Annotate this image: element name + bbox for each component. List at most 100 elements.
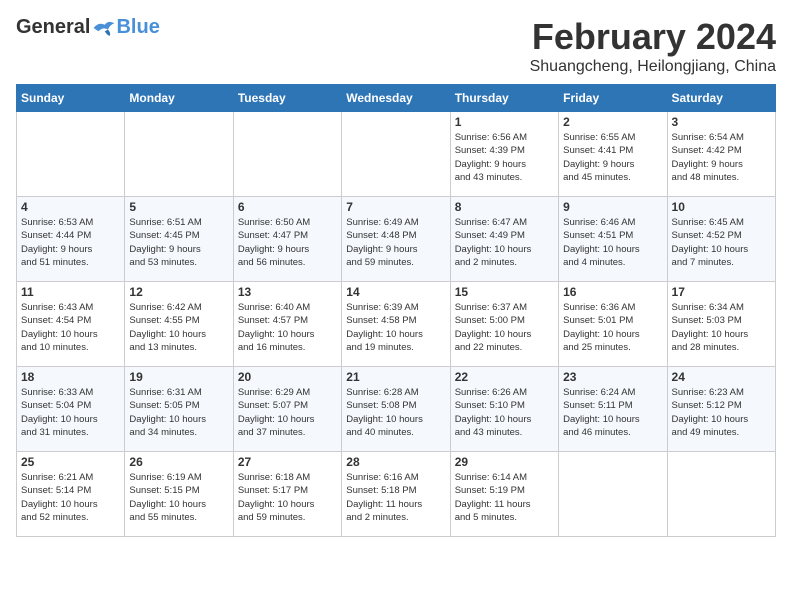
calendar-cell: 22 Sunrise: 6:26 AM Sunset: 5:10 PM Dayli… [450,367,558,452]
day-number: 13 [238,285,337,299]
day-number: 27 [238,455,337,469]
day-info: Sunrise: 6:31 AM Sunset: 5:05 PM Dayligh… [129,386,228,439]
day-number: 20 [238,370,337,384]
calendar-header-saturday: Saturday [667,85,775,112]
calendar-cell: 7 Sunrise: 6:49 AM Sunset: 4:48 PM Daylig… [342,197,450,282]
calendar-cell: 9 Sunrise: 6:46 AM Sunset: 4:51 PM Daylig… [559,197,667,282]
day-info: Sunrise: 6:40 AM Sunset: 4:57 PM Dayligh… [238,301,337,354]
day-number: 19 [129,370,228,384]
calendar-cell: 4 Sunrise: 6:53 AM Sunset: 4:44 PM Daylig… [17,197,125,282]
day-number: 6 [238,200,337,214]
day-info: Sunrise: 6:24 AM Sunset: 5:11 PM Dayligh… [563,386,662,439]
calendar-cell: 19 Sunrise: 6:31 AM Sunset: 5:05 PM Dayli… [125,367,233,452]
calendar-header-row: SundayMondayTuesdayWednesdayThursdayFrid… [17,85,776,112]
day-info: Sunrise: 6:51 AM Sunset: 4:45 PM Dayligh… [129,216,228,269]
day-number: 9 [563,200,662,214]
calendar-cell: 17Sunrise: 6:34 AM Sunset: 5:03 PM Dayli… [667,282,775,367]
day-info: Sunrise: 6:33 AM Sunset: 5:04 PM Dayligh… [21,386,120,439]
calendar-cell: 14 Sunrise: 6:39 AM Sunset: 4:58 PM Dayli… [342,282,450,367]
day-number: 28 [346,455,445,469]
day-info: Sunrise: 6:49 AM Sunset: 4:48 PM Dayligh… [346,216,445,269]
day-number: 22 [455,370,554,384]
day-number: 10 [672,200,771,214]
day-info: Sunrise: 6:23 AM Sunset: 5:12 PM Dayligh… [672,386,771,439]
day-info: Sunrise: 6:28 AM Sunset: 5:08 PM Dayligh… [346,386,445,439]
calendar-cell: 16 Sunrise: 6:36 AM Sunset: 5:01 PM Dayli… [559,282,667,367]
calendar-cell [559,452,667,537]
day-number: 18 [21,370,120,384]
calendar-header-tuesday: Tuesday [233,85,341,112]
day-number: 26 [129,455,228,469]
day-number: 14 [346,285,445,299]
day-info: Sunrise: 6:18 AM Sunset: 5:17 PM Dayligh… [238,471,337,524]
day-info: Sunrise: 6:50 AM Sunset: 4:47 PM Dayligh… [238,216,337,269]
calendar-cell: 20 Sunrise: 6:29 AM Sunset: 5:07 PM Dayli… [233,367,341,452]
day-number: 24 [672,370,771,384]
calendar-cell: 3Sunrise: 6:54 AM Sunset: 4:42 PM Daylig… [667,112,775,197]
day-info: Sunrise: 6:53 AM Sunset: 4:44 PM Dayligh… [21,216,120,269]
calendar-cell: 13 Sunrise: 6:40 AM Sunset: 4:57 PM Dayli… [233,282,341,367]
day-info: Sunrise: 6:19 AM Sunset: 5:15 PM Dayligh… [129,471,228,524]
day-info: Sunrise: 6:45 AM Sunset: 4:52 PM Dayligh… [672,216,771,269]
calendar-cell: 27 Sunrise: 6:18 AM Sunset: 5:17 PM Dayli… [233,452,341,537]
calendar-cell [125,112,233,197]
calendar-header-wednesday: Wednesday [342,85,450,112]
calendar-cell: 2 Sunrise: 6:55 AM Sunset: 4:41 PM Daylig… [559,112,667,197]
calendar-cell [233,112,341,197]
calendar-week-2: 4 Sunrise: 6:53 AM Sunset: 4:44 PM Daylig… [17,197,776,282]
day-number: 21 [346,370,445,384]
day-number: 15 [455,285,554,299]
calendar-cell [342,112,450,197]
calendar-week-5: 25Sunrise: 6:21 AM Sunset: 5:14 PM Dayli… [17,452,776,537]
day-number: 8 [455,200,554,214]
calendar-cell: 10 Sunrise: 6:45 AM Sunset: 4:52 PM Dayli… [667,197,775,282]
day-info: Sunrise: 6:26 AM Sunset: 5:10 PM Dayligh… [455,386,554,439]
day-number: 16 [563,285,662,299]
day-number: 29 [455,455,554,469]
calendar-cell: 28 Sunrise: 6:16 AM Sunset: 5:18 PM Dayli… [342,452,450,537]
day-number: 5 [129,200,228,214]
day-info: Sunrise: 6:55 AM Sunset: 4:41 PM Dayligh… [563,131,662,184]
day-info: Sunrise: 6:34 AM Sunset: 5:03 PM Dayligh… [672,301,771,354]
day-info: Sunrise: 6:47 AM Sunset: 4:49 PM Dayligh… [455,216,554,269]
day-info: Sunrise: 6:46 AM Sunset: 4:51 PM Dayligh… [563,216,662,269]
day-number: 23 [563,370,662,384]
day-number: 7 [346,200,445,214]
calendar-cell [667,452,775,537]
day-info: Sunrise: 6:42 AM Sunset: 4:55 PM Dayligh… [129,301,228,354]
calendar-cell: 15 Sunrise: 6:37 AM Sunset: 5:00 PM Dayli… [450,282,558,367]
calendar-cell: 6 Sunrise: 6:50 AM Sunset: 4:47 PM Daylig… [233,197,341,282]
calendar-week-1: 1Sunrise: 6:56 AM Sunset: 4:39 PM Daylig… [17,112,776,197]
calendar-cell: 26 Sunrise: 6:19 AM Sunset: 5:15 PM Dayli… [125,452,233,537]
calendar-cell: 1Sunrise: 6:56 AM Sunset: 4:39 PM Daylig… [450,112,558,197]
day-info: Sunrise: 6:16 AM Sunset: 5:18 PM Dayligh… [346,471,445,524]
day-number: 12 [129,285,228,299]
calendar-cell: 8 Sunrise: 6:47 AM Sunset: 4:49 PM Daylig… [450,197,558,282]
logo-bird-icon [92,18,116,38]
day-info: Sunrise: 6:39 AM Sunset: 4:58 PM Dayligh… [346,301,445,354]
calendar-header-friday: Friday [559,85,667,112]
day-number: 4 [21,200,120,214]
day-info: Sunrise: 6:36 AM Sunset: 5:01 PM Dayligh… [563,301,662,354]
calendar-week-3: 11Sunrise: 6:43 AM Sunset: 4:54 PM Dayli… [17,282,776,367]
calendar-week-4: 18 Sunrise: 6:33 AM Sunset: 5:04 PM Dayli… [17,367,776,452]
calendar-header-thursday: Thursday [450,85,558,112]
day-number: 25 [21,455,120,469]
calendar-body: 1Sunrise: 6:56 AM Sunset: 4:39 PM Daylig… [17,112,776,537]
day-info: Sunrise: 6:14 AM Sunset: 5:19 PM Dayligh… [455,471,554,524]
month-title: February 2024 [530,16,776,58]
day-info: Sunrise: 6:29 AM Sunset: 5:07 PM Dayligh… [238,386,337,439]
calendar-cell: 5 Sunrise: 6:51 AM Sunset: 4:45 PM Daylig… [125,197,233,282]
calendar-header-monday: Monday [125,85,233,112]
location: Shuangcheng, Heilongjiang, China [530,58,776,76]
logo: General Blue [16,16,160,39]
day-number: 2 [563,115,662,129]
calendar-table: SundayMondayTuesdayWednesdayThursdayFrid… [16,84,776,537]
calendar-cell: 25Sunrise: 6:21 AM Sunset: 5:14 PM Dayli… [17,452,125,537]
calendar-cell: 29 Sunrise: 6:14 AM Sunset: 5:19 PM Dayli… [450,452,558,537]
logo-general: General [16,16,90,39]
day-number: 11 [21,285,120,299]
calendar-cell: 21 Sunrise: 6:28 AM Sunset: 5:08 PM Dayli… [342,367,450,452]
day-info: Sunrise: 6:37 AM Sunset: 5:00 PM Dayligh… [455,301,554,354]
day-info: Sunrise: 6:54 AM Sunset: 4:42 PM Dayligh… [672,131,771,184]
